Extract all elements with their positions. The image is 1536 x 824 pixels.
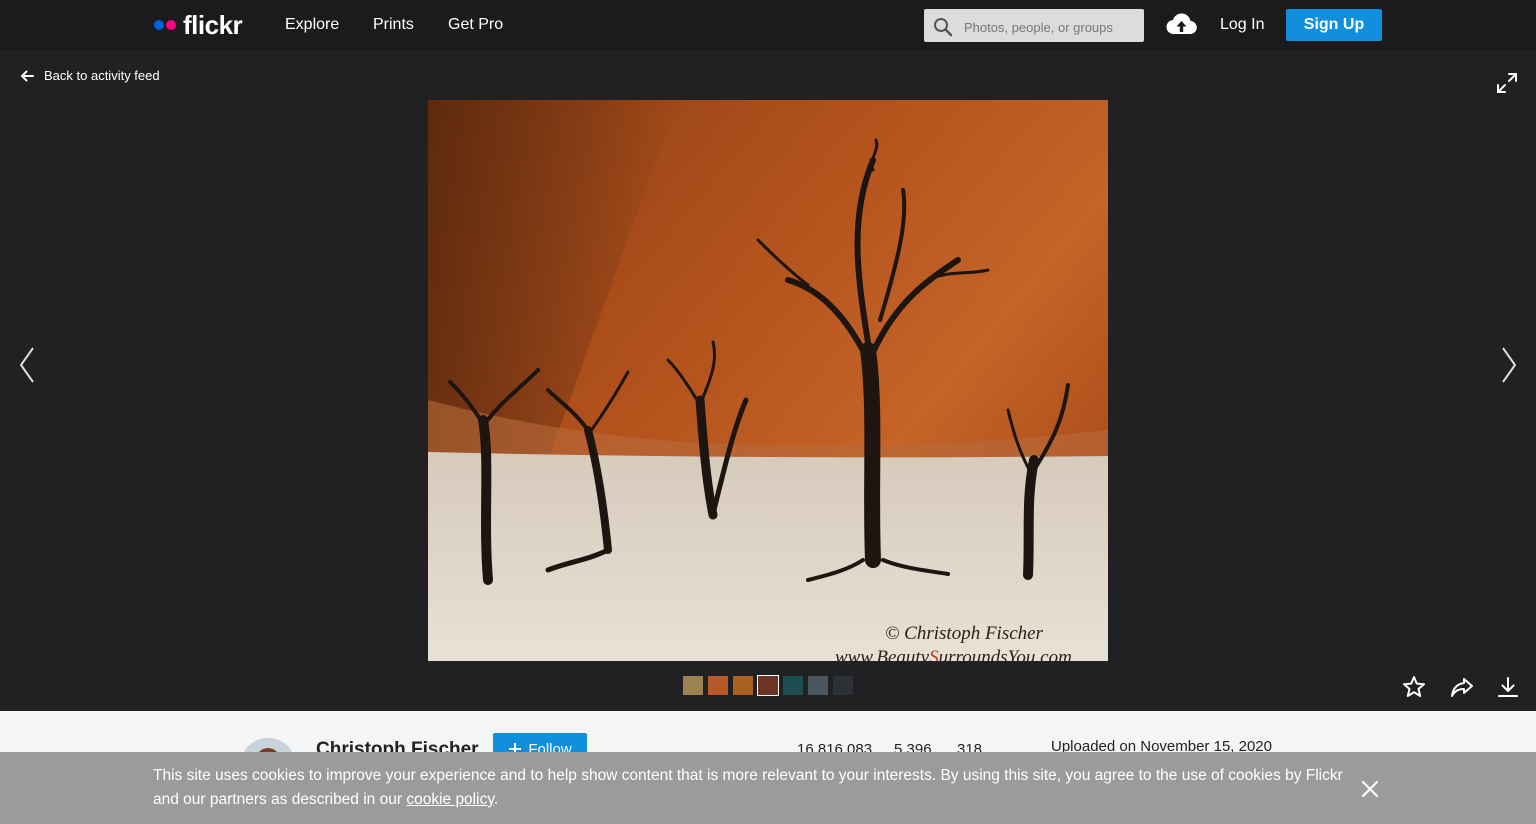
filmstrip-thumbnail[interactable] [833,676,853,695]
cookie-policy-link[interactable]: cookie policy [406,791,494,808]
filmstrip-thumbnail[interactable] [757,675,779,696]
flickr-logo[interactable]: flickr [154,9,243,41]
search-input[interactable] [962,15,1142,39]
arrow-left-icon [21,70,34,81]
login-link[interactable]: Log In [1220,16,1264,34]
logo-pink-dot [166,20,176,30]
back-to-activity-feed-link[interactable]: Back to activity feed [20,68,160,83]
photo-watermark-url: www.BeautySurroundsYou.com [835,647,1072,661]
main-photo[interactable]: © Christoph Fischer www.BeautySurroundsY… [428,100,1108,661]
previous-photo-arrow-icon[interactable] [18,346,36,384]
logo-wordmark: flickr [183,9,243,40]
photostream-filmstrip [683,675,853,696]
next-photo-arrow-icon[interactable] [1500,346,1518,384]
download-icon[interactable] [1496,675,1520,699]
filmstrip-thumbnail[interactable] [683,676,703,695]
favorite-star-icon[interactable] [1402,675,1426,699]
nav-prints[interactable]: Prints [373,16,414,34]
upload-cloud-icon[interactable] [1166,12,1197,36]
photo-watermark-copyright: © Christoph Fischer [885,623,1043,644]
search-icon [934,18,953,37]
close-icon[interactable] [1361,780,1379,798]
fullscreen-expand-icon[interactable] [1496,72,1518,94]
search-box[interactable] [924,9,1144,42]
back-label: Back to activity feed [44,68,160,83]
share-icon[interactable] [1450,675,1474,699]
top-navigation-bar: flickr Explore Prints Get Pro Log In Sig… [0,0,1536,50]
cookie-message: This site uses cookies to improve your e… [153,767,1343,808]
photo-image [428,100,1108,661]
filmstrip-thumbnail[interactable] [708,676,728,695]
cookie-banner: This site uses cookies to improve your e… [0,752,1536,824]
logo-blue-dot [154,20,164,30]
signup-button[interactable]: Sign Up [1286,9,1382,41]
filmstrip-thumbnail[interactable] [808,676,828,695]
nav-get-pro[interactable]: Get Pro [448,16,503,34]
filmstrip-thumbnail[interactable] [783,676,803,695]
nav-explore[interactable]: Explore [285,16,339,34]
filmstrip-thumbnail[interactable] [733,676,753,695]
